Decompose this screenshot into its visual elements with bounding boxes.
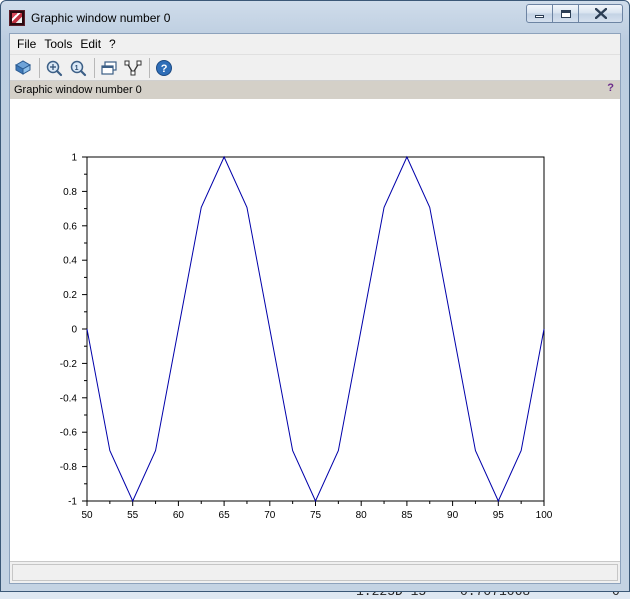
x-tick-label: 65 <box>219 510 231 521</box>
y-tick-label: -0.8 <box>60 462 78 473</box>
datatip-button[interactable] <box>122 57 144 79</box>
info-bar: Graphic window number 0 ? <box>10 81 620 99</box>
svg-text:1: 1 <box>75 65 79 72</box>
y-tick-label: -1 <box>68 497 77 508</box>
minimize-icon <box>535 15 544 18</box>
y-tick-label: 0 <box>71 325 77 336</box>
x-tick-label: 55 <box>127 510 139 521</box>
menu-bar: File Tools Edit ? <box>10 34 620 54</box>
svg-text:?: ? <box>161 63 168 75</box>
x-tick-label: 75 <box>310 510 322 521</box>
client-area: File Tools Edit ? 1 ? Graphic window num… <box>9 33 621 584</box>
info-help-icon[interactable]: ? <box>607 82 614 94</box>
toolbar-separator <box>94 57 95 78</box>
plot-canvas[interactable]: 50 55 60 65 70 75 80 85 90 95 100 -1 -0.8 -0.6 -0.4 -0.… <box>10 99 620 561</box>
y-tick-label: 1 <box>71 153 77 164</box>
menu-edit[interactable]: Edit <box>76 37 105 51</box>
maximize-icon <box>560 9 571 18</box>
x-tick-label: 70 <box>264 510 276 521</box>
x-tick-label: 60 <box>173 510 185 521</box>
y-tick-label: 0.8 <box>63 187 77 198</box>
zoom-out-icon: 1 <box>70 60 87 76</box>
menu-tools[interactable]: Tools <box>40 37 76 51</box>
y-tick-label: -0.6 <box>60 428 78 439</box>
zoom-in-icon <box>46 60 63 76</box>
zoom-in-button[interactable] <box>43 57 65 79</box>
y-tick-label: -0.2 <box>60 359 78 370</box>
rotate-button[interactable] <box>12 57 34 79</box>
y-tick-label: 0.2 <box>63 290 77 301</box>
close-button[interactable] <box>579 4 623 23</box>
title-bar[interactable]: Graphic window number 0 <box>1 1 629 33</box>
x-tick-label: 100 <box>536 510 553 521</box>
status-bar <box>10 561 620 583</box>
line-plot: 50 55 60 65 70 75 80 85 90 95 100 -1 -0.8 -0.6 -0.4 -0.… <box>60 153 553 522</box>
windows-icon <box>101 60 117 75</box>
status-field <box>12 564 618 581</box>
maximize-button[interactable] <box>553 4 579 23</box>
scilab-app-icon[interactable] <box>9 10 25 26</box>
x-tick-label: 90 <box>447 510 459 521</box>
help-button[interactable]: ? <box>153 57 175 79</box>
datatip-icon <box>124 60 142 75</box>
window-title: Graphic window number 0 <box>31 11 171 25</box>
info-bar-text: Graphic window number 0 <box>14 84 142 96</box>
y-tick-label: 0.6 <box>63 221 77 232</box>
toolbar: 1 ? <box>10 54 620 81</box>
x-tick-label: 50 <box>81 510 93 521</box>
graphic-window: Graphic window number 0 File Tools Edit … <box>0 0 630 592</box>
series-line <box>86 155 545 503</box>
zoom-out-button[interactable]: 1 <box>67 57 89 79</box>
x-tick-label: 95 <box>493 510 505 521</box>
rotate-icon <box>14 59 32 75</box>
menu-file[interactable]: File <box>13 37 40 51</box>
toolbar-separator <box>149 57 150 78</box>
windows-button[interactable] <box>98 57 120 79</box>
menu-help[interactable]: ? <box>105 37 120 51</box>
close-icon <box>594 8 607 19</box>
help-icon: ? <box>156 59 172 76</box>
minimize-button[interactable] <box>526 4 553 23</box>
y-tick-label: 0.4 <box>63 256 77 267</box>
toolbar-separator <box>39 57 40 78</box>
x-tick-label: 85 <box>401 510 413 521</box>
caption-buttons <box>526 4 623 23</box>
x-tick-label: 80 <box>356 510 368 521</box>
y-tick-label: -0.4 <box>60 393 78 404</box>
